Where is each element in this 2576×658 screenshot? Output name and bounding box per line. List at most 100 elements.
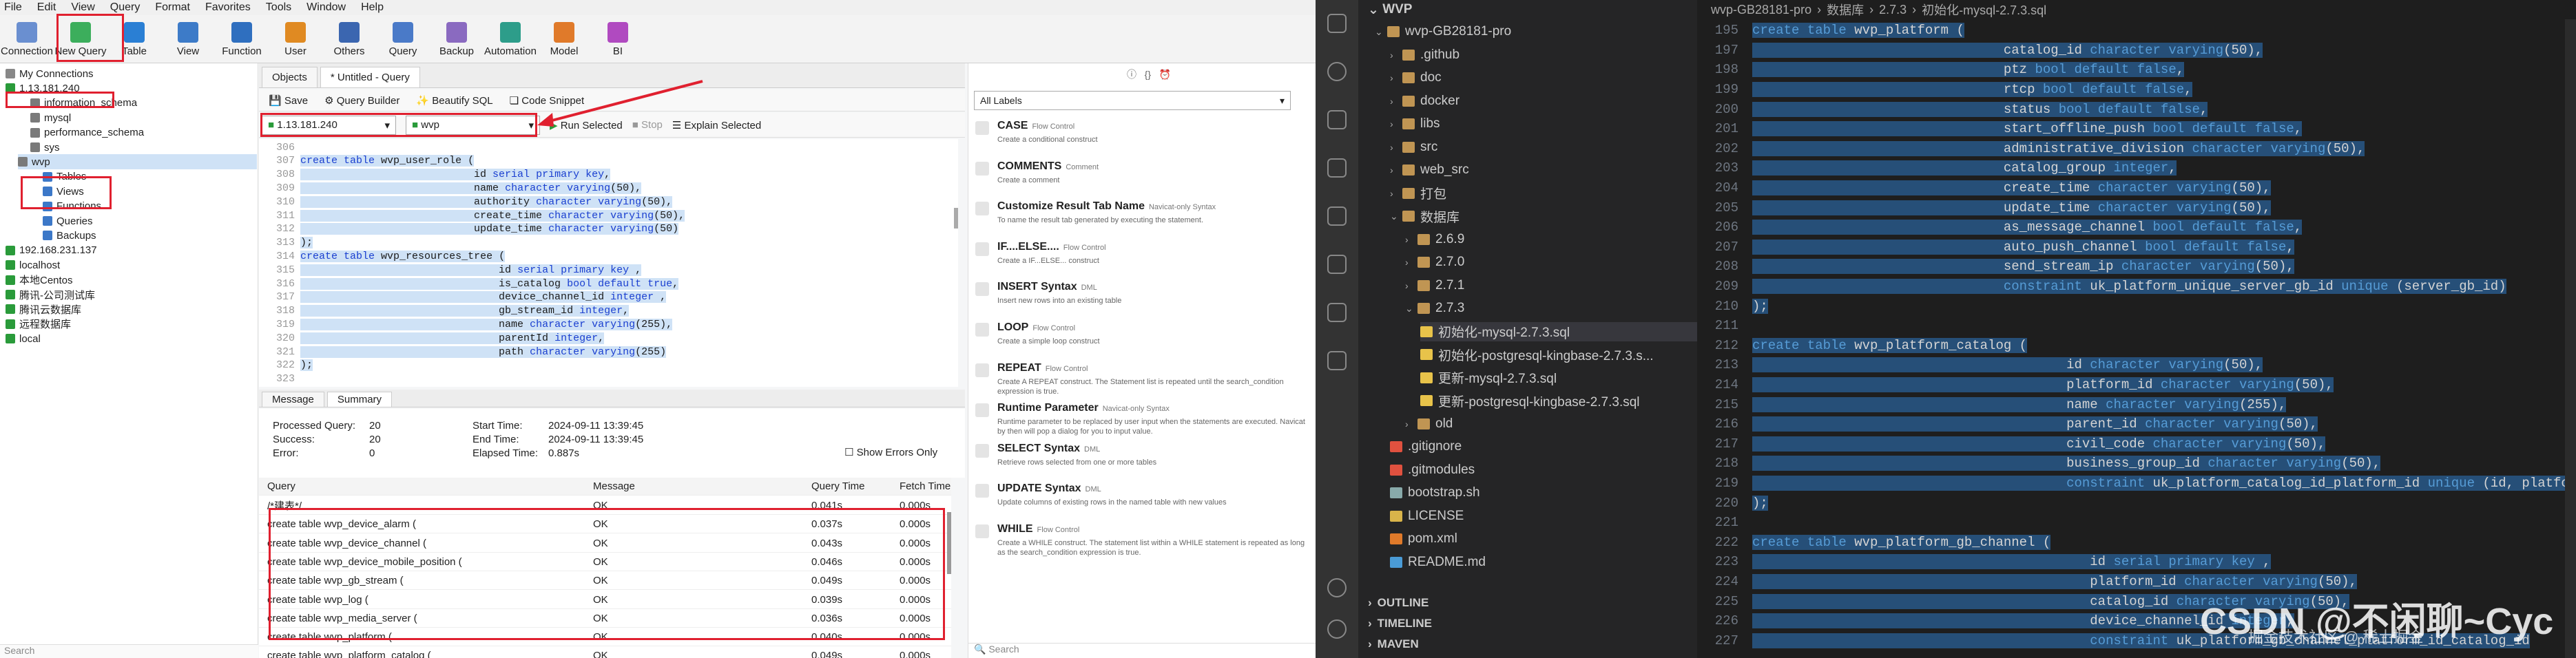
tree-item-folder[interactable]: › 2.7.1 bbox=[1405, 276, 1464, 295]
tree-item-folder[interactable]: › 打包 bbox=[1390, 184, 1446, 203]
menu-tools[interactable]: Tools bbox=[266, 1, 291, 14]
snippet-item[interactable]: CASE Flow Control Create a conditional con… bbox=[968, 118, 1316, 157]
tree-item-folder[interactable]: ⌄ 数据库 bbox=[1390, 206, 1460, 226]
breadcrumb-item[interactable]: 初始化-mysql-2.7.3.sql bbox=[1922, 1, 2046, 19]
nav-item-functions[interactable]: Functions bbox=[43, 199, 101, 214]
breadcrumb-item[interactable]: 2.7.3 bbox=[1879, 3, 1907, 17]
nav-item-queries[interactable]: Queries bbox=[43, 213, 93, 229]
navigator-search[interactable]: Search bbox=[0, 644, 258, 658]
tab-untitled-query[interactable]: * Untitled - Query bbox=[320, 67, 420, 87]
result-header-cell[interactable]: Query bbox=[267, 480, 295, 492]
tree-item-folder[interactable]: › libs bbox=[1390, 114, 1440, 134]
snippet-label-filter[interactable]: All Labels ▾ bbox=[974, 91, 1291, 110]
tree-item-folder[interactable]: ⌄ 2.7.3 bbox=[1405, 299, 1464, 318]
show-errors-checkbox[interactable]: ☐ Show Errors Only bbox=[844, 446, 937, 458]
tree-item-file[interactable]: bootstrap.sh bbox=[1390, 483, 1480, 502]
nav-item-information-schema[interactable]: information_schema bbox=[30, 96, 137, 111]
snippet-search[interactable]: 🔍 Search bbox=[968, 643, 1316, 658]
result-row[interactable]: /*建表*/ OK 0.041s 0.000s bbox=[259, 497, 951, 515]
toolbar-connection-button[interactable]: Connection bbox=[0, 15, 54, 63]
breadcrumb-item[interactable]: wvp-GB28181-pro bbox=[1711, 3, 1811, 17]
toolbar-model-button[interactable]: Model bbox=[537, 15, 591, 63]
nav-item-远程数据库[interactable]: 远程数据库 bbox=[6, 317, 71, 332]
nav-item-localhost[interactable]: localhost bbox=[6, 257, 60, 273]
nav-item-192-168-231-137[interactable]: 192.168.231.137 bbox=[6, 243, 97, 258]
result-row[interactable]: create table wvp_platform (OK 0.040s 0.000… bbox=[259, 628, 951, 647]
result-row[interactable]: create table wvp_device_channel (OK 0.043… bbox=[259, 535, 951, 553]
nav-item-mysql[interactable]: mysql bbox=[30, 110, 71, 125]
menu-window[interactable]: Window bbox=[307, 1, 346, 14]
nav-item-本地centos[interactable]: 本地Centos bbox=[6, 273, 73, 288]
tree-item-folder[interactable]: › .github bbox=[1390, 45, 1460, 65]
tree-item-folder[interactable]: ⌄ wvp-GB28181-pro bbox=[1375, 22, 1511, 41]
result-row[interactable]: create table wvp_gb_stream (OK 0.049s 0.00… bbox=[259, 572, 951, 591]
snippet-item[interactable]: IF....ELSE.... Flow Control Create a IF...… bbox=[968, 240, 1316, 278]
toolbar-backup-button[interactable]: Backup bbox=[430, 15, 484, 63]
toolbar-automation-button[interactable]: Automation bbox=[484, 15, 537, 63]
toolbar-view-button[interactable]: View bbox=[161, 15, 215, 63]
nav-item-腾讯云数据库[interactable]: 腾讯云数据库 bbox=[6, 301, 81, 317]
snippet-item[interactable]: COMMENTS Comment Create a comment bbox=[968, 159, 1316, 198]
query-builder-button[interactable]: ⚙ Query Builder bbox=[324, 94, 399, 107]
tab-summary[interactable]: Summary bbox=[326, 392, 393, 407]
editor-scrollbar[interactable] bbox=[954, 208, 958, 229]
nav-item-tables[interactable]: Tables bbox=[43, 169, 86, 184]
bookmark-icon[interactable] bbox=[1327, 351, 1347, 370]
tree-item-sql[interactable]: 更新-mysql-2.7.3.sql bbox=[1420, 368, 1557, 388]
nav-item-backups[interactable]: Backups bbox=[43, 228, 96, 243]
editor-scrollbar[interactable] bbox=[2565, 19, 2576, 658]
nav-item-my-connections[interactable]: My Connections bbox=[6, 66, 94, 81]
remote-icon[interactable] bbox=[1327, 255, 1347, 274]
beautify-sql-button[interactable]: ✨ Beautify SQL bbox=[416, 94, 492, 107]
result-header-cell[interactable]: Message bbox=[593, 480, 635, 492]
result-header-cell[interactable]: Query Time bbox=[811, 480, 865, 492]
snippet-item[interactable]: REPEAT Flow Control Create A REPEAT constr… bbox=[968, 361, 1316, 399]
snippet-item[interactable]: Customize Result Tab Name Navicat-only Sy… bbox=[968, 199, 1316, 237]
toolbar-new-query-button[interactable]: New Query bbox=[54, 15, 107, 63]
snippet-item[interactable]: LOOP Flow Control Create a simple loop con… bbox=[968, 320, 1316, 359]
account-icon[interactable] bbox=[1327, 578, 1347, 597]
result-header-cell[interactable]: Fetch Time bbox=[900, 480, 951, 492]
result-row[interactable]: create table wvp_media_server (OK 0.036s 0… bbox=[259, 610, 951, 628]
search-icon[interactable] bbox=[1327, 62, 1347, 81]
tree-item-folder[interactable]: › 2.7.0 bbox=[1405, 253, 1464, 272]
toolbar-bi-button[interactable]: BI bbox=[591, 15, 645, 63]
nav-item-views[interactable]: Views bbox=[43, 184, 84, 199]
menu-view[interactable]: View bbox=[71, 1, 94, 14]
docker-icon[interactable] bbox=[1327, 303, 1347, 322]
result-row[interactable]: create table wvp_platform_catalog (OK 0.0… bbox=[259, 647, 951, 658]
snippet-item[interactable]: WHILE Flow Control Create a WHILE construc… bbox=[968, 522, 1316, 560]
extensions-icon[interactable] bbox=[1327, 206, 1347, 226]
nav-item-local[interactable]: local bbox=[6, 331, 41, 346]
panel-maven[interactable]: › MAVEN bbox=[1368, 635, 1419, 654]
result-row[interactable]: create table wvp_log (OK 0.039s 0.000s bbox=[259, 591, 951, 609]
toolbar-query-button[interactable]: Query bbox=[376, 15, 430, 63]
database-select[interactable]: ■ wvp ▾ bbox=[406, 115, 540, 135]
menu-favorites[interactable]: Favorites bbox=[205, 1, 251, 14]
tree-item-folder[interactable]: › src bbox=[1390, 138, 1437, 157]
code-editor[interactable]: wvp-GB28181-pro › 数据库 › 2.7.3 › 初始化-mysql-2.7.… bbox=[1697, 0, 2576, 658]
toolbar-function-button[interactable]: Function bbox=[215, 15, 269, 63]
nav-item-腾讯-公司测试库[interactable]: 腾讯-公司测试库 bbox=[6, 287, 95, 302]
panel-timeline[interactable]: › TIMELINE bbox=[1368, 614, 1432, 633]
sql-editor[interactable]: 306 307 create table wvp_user_role (308 id… bbox=[259, 139, 958, 387]
tree-item-xml[interactable]: pom.xml bbox=[1390, 529, 1457, 549]
nav-item-wvp[interactable]: wvp bbox=[18, 154, 257, 170]
result-scrollbar[interactable] bbox=[947, 512, 951, 574]
toolbar-others-button[interactable]: Others bbox=[322, 15, 376, 63]
result-row[interactable]: create table wvp_device_alarm (OK 0.037s 0… bbox=[259, 516, 951, 534]
tab-message[interactable]: Message bbox=[262, 392, 324, 407]
tab-objects[interactable]: Objects bbox=[262, 67, 318, 87]
menu-query[interactable]: Query bbox=[110, 1, 141, 14]
menu-edit[interactable]: Edit bbox=[37, 1, 56, 14]
nav-item-1-13-181-240[interactable]: 1.13.181.240 bbox=[6, 81, 80, 96]
tree-item-folder[interactable]: › web_src bbox=[1390, 160, 1469, 180]
settings-gear-icon[interactable] bbox=[1327, 619, 1347, 639]
snippet-item[interactable]: Runtime Parameter Navicat-only Syntax Runt… bbox=[968, 401, 1316, 439]
tree-item-sql[interactable]: 初始化-postgresql-kingbase-2.7.3.s... bbox=[1420, 345, 1654, 364]
explorer-icon[interactable] bbox=[1327, 14, 1347, 33]
tree-item-sql[interactable]: 更新-postgresql-kingbase-2.7.3.sql bbox=[1420, 391, 1640, 410]
tree-item-folder[interactable]: › docker bbox=[1390, 92, 1460, 111]
tree-item-md[interactable]: README.md bbox=[1390, 553, 1486, 572]
tree-item-folder[interactable]: › 2.6.9 bbox=[1405, 230, 1464, 249]
